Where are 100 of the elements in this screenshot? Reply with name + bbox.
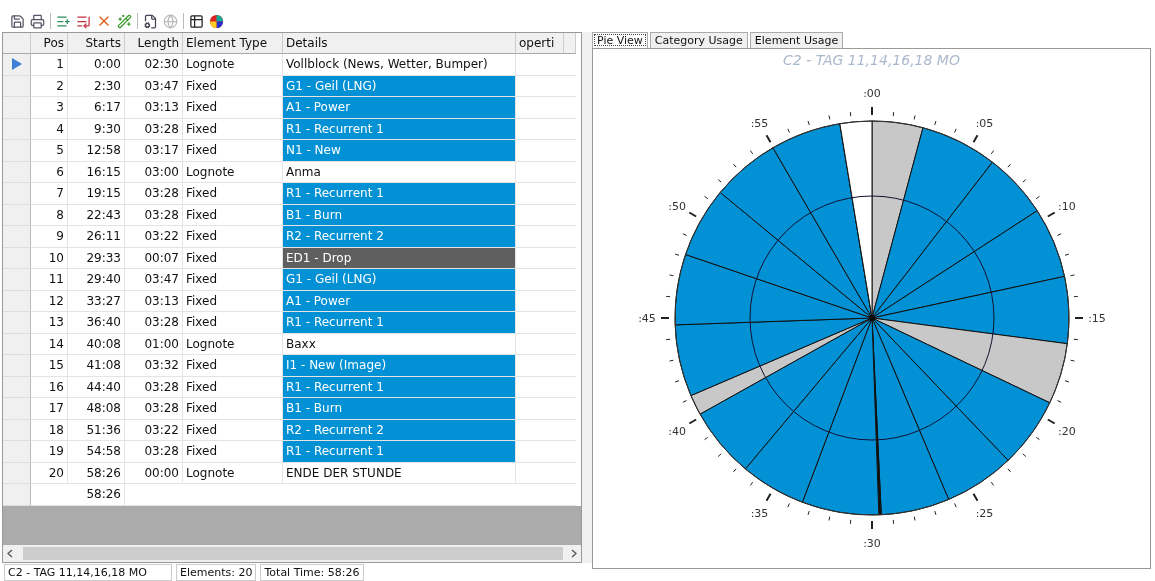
table-cell: 58:26 <box>68 462 125 484</box>
properties-icon[interactable] <box>143 13 158 29</box>
table-cell: 03:47 <box>125 75 183 97</box>
scroll-right-icon[interactable] <box>571 549 577 558</box>
minute-label: :20 <box>1057 424 1076 438</box>
row-header[interactable] <box>3 226 31 248</box>
splitter-bar[interactable] <box>582 32 592 563</box>
insert-row-icon[interactable] <box>56 13 71 29</box>
minute-label: :25 <box>975 506 993 520</box>
table-cell: Baxx <box>283 333 516 355</box>
minute-label: :55 <box>750 117 768 131</box>
table-cell: 22:43 <box>68 204 125 226</box>
table-cell: Fixed <box>183 419 283 441</box>
status-field: Total Time: 58:26 <box>260 563 364 581</box>
row-header[interactable] <box>3 312 31 334</box>
table-cell: ED1 - Drop <box>283 247 516 269</box>
table-cell: Anma <box>283 161 516 183</box>
row-header[interactable] <box>3 419 31 441</box>
row-header[interactable] <box>3 376 31 398</box>
row-header[interactable] <box>3 441 31 463</box>
table-cell: 11 <box>31 269 68 291</box>
table-cell: 58:26 <box>68 484 125 506</box>
table-cell: 2 <box>31 75 68 97</box>
table-cell: 00:07 <box>125 247 183 269</box>
row-header[interactable] <box>3 333 31 355</box>
table-cell: 6 <box>31 161 68 183</box>
table-cell: 16 <box>31 376 68 398</box>
table-cell: 12 <box>31 290 68 312</box>
wand-icon[interactable] <box>117 13 132 29</box>
table-cell: Lognote <box>183 462 283 484</box>
table-cell: B1 - Burn <box>283 204 516 226</box>
column-header[interactable]: Details <box>283 33 516 54</box>
row-header[interactable] <box>3 118 31 140</box>
minute-label: :50 <box>667 199 686 213</box>
table-cell: 12:58 <box>68 140 125 162</box>
column-header[interactable]: Length <box>125 33 183 54</box>
row-header[interactable] <box>3 161 31 183</box>
tab[interactable]: Element Usage <box>749 32 844 48</box>
save-icon[interactable] <box>10 13 25 29</box>
row-header[interactable] <box>3 75 31 97</box>
table-cell: Lognote <box>183 161 283 183</box>
column-header[interactable]: Pos <box>31 33 68 54</box>
table-cell: Fixed <box>183 312 283 334</box>
table-cell: ENDE DER STUNDE <box>283 462 516 484</box>
table-cell: 14 <box>31 333 68 355</box>
table-cell: R1 - Recurrent 1 <box>283 118 516 140</box>
minute-label: :15 <box>1087 312 1106 325</box>
print-icon[interactable] <box>30 13 45 29</box>
tab[interactable]: Pie View <box>592 32 648 48</box>
table-cell: 1 <box>31 54 68 76</box>
row-header[interactable] <box>3 462 31 484</box>
row-header[interactable] <box>3 290 31 312</box>
row-header[interactable] <box>3 97 31 119</box>
color-wheel-icon[interactable] <box>209 13 224 29</box>
table-cell: Fixed <box>183 204 283 226</box>
table-cell: 5 <box>31 140 68 162</box>
row-header[interactable] <box>3 204 31 226</box>
table-cell: R2 - Recurrent 2 <box>283 226 516 248</box>
table-cell: 26:11 <box>68 226 125 248</box>
table-cell: 6:17 <box>68 97 125 119</box>
tab[interactable]: Category Usage <box>649 32 748 48</box>
minute-label: :00 <box>862 87 881 100</box>
table-cell: 01:00 <box>125 333 183 355</box>
table-cell: N1 - New <box>283 140 516 162</box>
horizontal-scrollbar[interactable] <box>3 545 581 562</box>
table-cell: Fixed <box>183 118 283 140</box>
table-cell: R1 - Recurrent 1 <box>283 183 516 205</box>
column-header[interactable]: operti <box>516 33 564 54</box>
row-header[interactable] <box>3 269 31 291</box>
row-header[interactable] <box>3 54 31 76</box>
table-cell: A1 - Power <box>283 290 516 312</box>
table-cell: 03:28 <box>125 204 183 226</box>
row-header[interactable] <box>3 355 31 377</box>
status-field: Elements: 20 <box>176 563 257 581</box>
table-cell: R1 - Recurrent 1 <box>283 441 516 463</box>
row-header[interactable] <box>3 140 31 162</box>
current-row-icon <box>11 58 22 71</box>
table-cell: 41:08 <box>68 355 125 377</box>
row-header[interactable] <box>3 398 31 420</box>
table-cell: Fixed <box>183 97 283 119</box>
scrollbar-thumb[interactable] <box>23 547 563 560</box>
row-header[interactable] <box>3 183 31 205</box>
table-view-icon[interactable] <box>189 13 204 29</box>
column-header[interactable]: Element Type <box>183 33 283 54</box>
table-cell: B1 - Burn <box>283 398 516 420</box>
table-cell: 18 <box>31 419 68 441</box>
minute-label: :10 <box>1057 199 1076 213</box>
column-header[interactable]: Starts <box>68 33 125 54</box>
row-header[interactable] <box>3 247 31 269</box>
append-row-icon[interactable] <box>76 13 91 29</box>
table-cell: Vollblock (News, Wetter, Bumper) <box>283 54 516 76</box>
table-cell: Fixed <box>183 269 283 291</box>
row-header[interactable] <box>3 484 31 506</box>
table-cell: 36:40 <box>68 312 125 334</box>
table-cell: Fixed <box>183 75 283 97</box>
table-cell: 54:58 <box>68 441 125 463</box>
table-cell: 48:08 <box>68 398 125 420</box>
scroll-left-icon[interactable] <box>7 549 13 558</box>
table-cell: 03:32 <box>125 355 183 377</box>
globe-icon[interactable] <box>163 13 178 29</box>
